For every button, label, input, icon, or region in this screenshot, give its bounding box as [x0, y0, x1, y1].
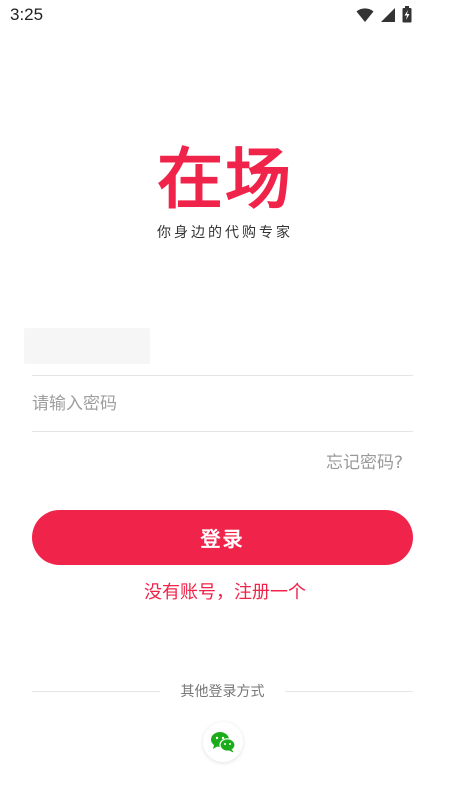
- status-icons: [356, 6, 412, 23]
- register-link[interactable]: 没有账号，注册一个: [0, 578, 450, 604]
- status-time: 3:25: [10, 5, 44, 24]
- account-input[interactable]: [24, 328, 150, 364]
- password-input[interactable]: [32, 386, 413, 422]
- other-login-section: 其他登录方式: [32, 681, 413, 703]
- cell-signal-icon: [381, 7, 395, 22]
- wifi-icon: [356, 7, 374, 22]
- app-logo: 在场: [157, 141, 293, 218]
- other-login-label: 其他登录方式: [180, 684, 265, 700]
- other-login-divider-right: [285, 691, 413, 692]
- wechat-login-button[interactable]: [203, 722, 243, 762]
- account-divider: [32, 375, 413, 376]
- logo-block: 在场 你身边的代购专家: [0, 140, 450, 242]
- battery-icon: [402, 6, 412, 23]
- password-divider: [32, 431, 413, 432]
- login-button[interactable]: 登录: [32, 510, 413, 565]
- wechat-icon: [211, 732, 236, 753]
- forgot-password-link[interactable]: 忘记密码?: [326, 448, 403, 473]
- status-bar: 3:25: [0, 0, 450, 32]
- app-slogan: 你身边的代购专家: [157, 225, 293, 241]
